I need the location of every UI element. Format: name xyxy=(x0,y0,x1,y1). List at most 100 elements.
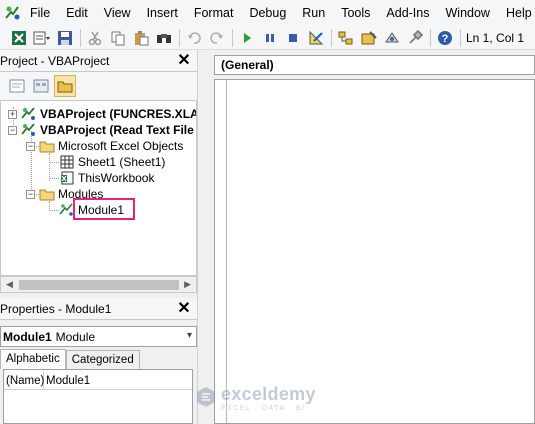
object-combo[interactable]: (General) xyxy=(214,55,535,75)
break-icon[interactable] xyxy=(259,27,281,49)
menu-window[interactable]: Window xyxy=(438,0,498,26)
find-icon[interactable] xyxy=(153,27,175,49)
watermark-name: exceldemy xyxy=(221,384,316,404)
properties-icon[interactable] xyxy=(358,27,380,49)
svg-text:?: ? xyxy=(442,33,449,45)
insert-module-icon[interactable] xyxy=(31,27,53,49)
view-excel-icon[interactable] xyxy=(8,27,30,49)
tree-connector xyxy=(49,153,50,181)
menu-bar: File Edit View Insert Format Debug Run T… xyxy=(0,0,535,26)
tree-node-label: Sheet1 (Sheet1) xyxy=(78,155,166,169)
scroll-left-icon[interactable]: ◀ xyxy=(6,279,13,290)
tab-alphabetic[interactable]: Alphabetic xyxy=(0,349,66,369)
tree-node-label: Microsoft Excel Objects xyxy=(58,139,184,153)
object-type: Module xyxy=(55,329,96,344)
menu-view[interactable]: View xyxy=(96,0,139,26)
tree-connector xyxy=(49,178,59,179)
workbook-icon xyxy=(59,170,75,186)
toggle-folders-icon[interactable] xyxy=(54,75,76,97)
toolbar-separator xyxy=(430,28,431,47)
standard-toolbar: ? Ln 1, Col 1 xyxy=(0,26,535,50)
collapse-icon[interactable]: − xyxy=(26,141,35,151)
property-value[interactable]: Module1 xyxy=(44,372,90,389)
toolbar-separator xyxy=(179,28,180,47)
object-browser-icon[interactable] xyxy=(381,27,403,49)
tree-node-sheet1[interactable]: Sheet1 (Sheet1) xyxy=(59,154,165,170)
toolbar-separator xyxy=(80,28,81,47)
cut-icon[interactable] xyxy=(84,27,106,49)
tree-node-label: VBAProject (Read Text File xyxy=(40,123,194,137)
exceldemy-watermark: exceldemy EXCEL · DATA · BI xyxy=(195,378,355,418)
property-row[interactable]: (Name) Module1 xyxy=(4,372,192,390)
menu-edit[interactable]: Edit xyxy=(58,0,96,26)
tree-node-thisworkbook[interactable]: ThisWorkbook xyxy=(59,170,154,186)
close-project-panel-button[interactable]: ✕ xyxy=(175,52,193,70)
toolbar-separator xyxy=(331,28,332,47)
exceldemy-logo-icon xyxy=(195,386,217,411)
expand-icon[interactable]: + xyxy=(8,109,17,119)
reset-icon[interactable] xyxy=(282,27,304,49)
toolbar-separator xyxy=(460,28,461,47)
scrollbar-thumb[interactable] xyxy=(19,280,179,290)
redo-icon[interactable] xyxy=(206,27,228,49)
object-name: Module1 xyxy=(3,329,52,344)
properties-panel-title-bar: Properties - Module1 ✕ xyxy=(0,298,197,320)
view-object-icon[interactable] xyxy=(30,75,52,97)
menu-run[interactable]: Run xyxy=(294,0,333,26)
project-panel-title: Project - VBAProject xyxy=(0,53,110,68)
paste-icon[interactable] xyxy=(130,27,152,49)
undo-icon[interactable] xyxy=(183,27,205,49)
tree-node-label: ThisWorkbook xyxy=(78,171,155,185)
chevron-down-icon[interactable]: ▾ xyxy=(187,330,192,341)
pane-splitter[interactable] xyxy=(197,50,208,424)
menu-add-ins[interactable]: Add-Ins xyxy=(378,0,437,26)
copy-icon[interactable] xyxy=(107,27,129,49)
code-window: (General) xyxy=(208,50,535,424)
property-key: (Name) xyxy=(4,372,44,389)
folder-open-icon xyxy=(39,186,55,202)
collapse-icon[interactable]: − xyxy=(26,189,35,199)
project-tree: + VBAProject (FUNCRES.XLAM − VBAProject … xyxy=(0,100,197,276)
collapse-icon[interactable]: − xyxy=(8,125,17,135)
code-editor[interactable] xyxy=(214,79,535,424)
tree-node-read-text-file[interactable]: − VBAProject (Read Text File xyxy=(8,122,194,138)
project-explorer-icon[interactable] xyxy=(335,27,357,49)
cursor-position: Ln 1, Col 1 xyxy=(466,30,525,45)
save-icon[interactable] xyxy=(54,27,76,49)
scroll-right-icon[interactable]: ▶ xyxy=(184,279,191,290)
tree-node-funcres[interactable]: + VBAProject (FUNCRES.XLAM xyxy=(8,106,197,122)
tree-node-label: VBAProject (FUNCRES.XLAM xyxy=(40,107,197,121)
tree-connector xyxy=(49,162,59,163)
module1-highlight-box xyxy=(73,198,135,220)
vba-project-icon xyxy=(21,106,37,122)
help-icon[interactable]: ? xyxy=(434,27,456,49)
view-code-icon[interactable] xyxy=(6,75,28,97)
properties-grid: (Name) Module1 xyxy=(3,369,193,424)
worksheet-icon xyxy=(59,154,75,170)
menu-tools[interactable]: Tools xyxy=(333,0,378,26)
properties-object-dropdown[interactable]: Module1 Module ▾ xyxy=(0,326,197,347)
tree-node-excel-objects[interactable]: − Microsoft Excel Objects xyxy=(26,138,183,154)
menu-help[interactable]: Help xyxy=(498,0,535,26)
menu-insert[interactable]: Insert xyxy=(139,0,186,26)
tree-connector xyxy=(49,210,59,211)
project-panel-toolbar xyxy=(0,72,197,100)
watermark-tagline: EXCEL · DATA · BI xyxy=(221,405,306,412)
menu-format[interactable]: Format xyxy=(186,0,242,26)
project-panel-title-bar: Project - VBAProject ✕ xyxy=(0,50,197,72)
menu-debug[interactable]: Debug xyxy=(241,0,294,26)
properties-tabs: Alphabetic Categorized xyxy=(0,349,197,369)
menu-file[interactable]: File xyxy=(22,0,58,26)
toolbox-icon[interactable] xyxy=(404,27,426,49)
design-mode-icon[interactable] xyxy=(305,27,327,49)
close-properties-panel-button[interactable]: ✕ xyxy=(175,300,193,318)
toolbar-separator xyxy=(232,28,233,47)
run-icon[interactable] xyxy=(236,27,258,49)
vba-project-icon xyxy=(21,122,37,138)
project-tree-hscrollbar[interactable]: ◀ ▶ xyxy=(0,276,197,293)
folder-open-icon xyxy=(39,138,55,154)
vba-app-icon[interactable] xyxy=(4,0,22,26)
properties-panel-title: Properties - Module1 xyxy=(0,301,112,316)
tab-categorized[interactable]: Categorized xyxy=(65,350,140,369)
margin-indicator-bar[interactable] xyxy=(215,80,227,423)
